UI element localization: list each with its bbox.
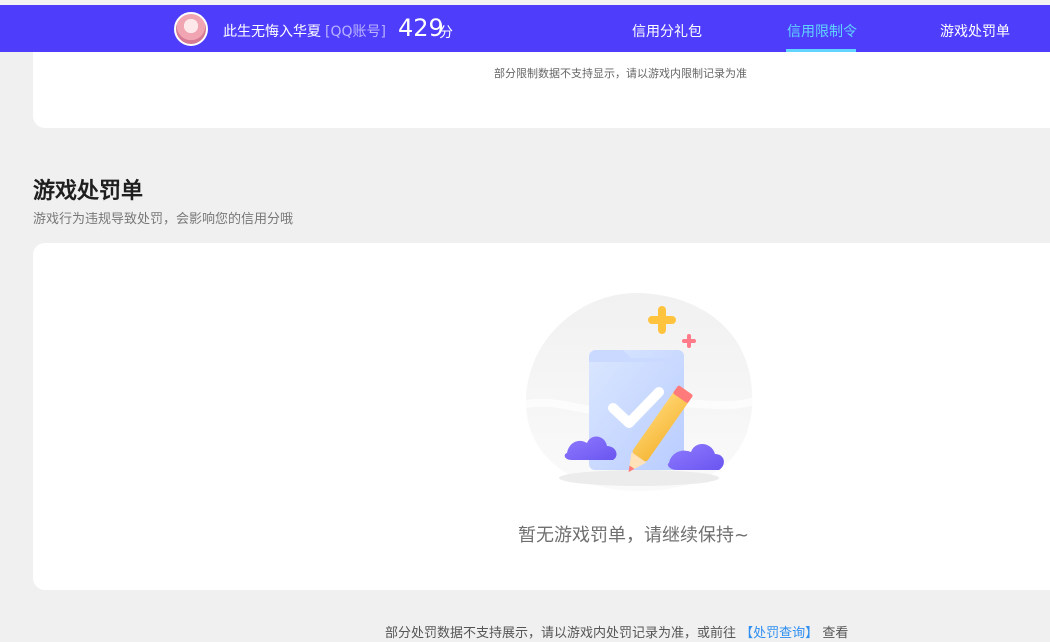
user-avatar[interactable]	[174, 12, 208, 46]
penalty-footer-note: 部分处罚数据不支持展示，请以游戏内处罚记录为准，或前往 【处罚查询】 查看	[385, 622, 848, 641]
limit-note: 部分限制数据不支持显示，请以游戏内限制记录为准	[494, 67, 747, 80]
limit-card	[33, 52, 1050, 128]
penalty-section-title: 游戏处罚单	[33, 179, 144, 204]
tab-game-penalty[interactable]: 游戏处罚单	[940, 21, 1010, 41]
top-navigation-bar: 此生无悔入华夏 [QQ账号] 429 分 信用分礼包 信用限制令 游戏处罚单	[0, 5, 1050, 52]
tab-credit-limit-order[interactable]: 信用限制令	[787, 21, 857, 41]
account-type: [QQ账号]	[325, 24, 386, 40]
username: 此生无悔入华夏	[223, 24, 321, 40]
penalty-footer-prefix: 部分处罚数据不支持展示，请以游戏内处罚记录为准，或前往	[385, 626, 737, 641]
empty-penalty-message: 暂无游戏罚单，请继续保持~	[518, 525, 750, 546]
penalty-footer-suffix: 查看	[822, 626, 849, 641]
empty-clipboard-illustration	[517, 293, 757, 492]
penalty-section-subtitle: 游戏行为违规导致处罚，会影响您的信用分哦	[33, 212, 294, 227]
credit-score-unit: 分	[439, 25, 453, 41]
credit-score: 429	[398, 14, 444, 42]
penalty-query-link[interactable]: 【处罚查询】	[740, 626, 818, 641]
tab-credit-gift-pack[interactable]: 信用分礼包	[632, 21, 702, 41]
